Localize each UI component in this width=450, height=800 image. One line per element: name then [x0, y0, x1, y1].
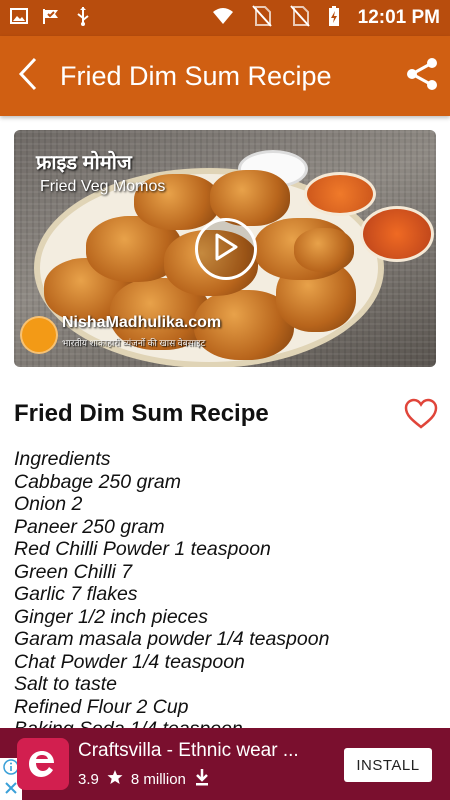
share-button[interactable]: [394, 36, 450, 116]
video-brand: NishaMadhulika.com: [62, 314, 222, 331]
video-brand-tagline: भारतीय शाकाहारी व्यंजनों की खास वेबसाइट: [62, 338, 206, 348]
recipe-title: Fried Dim Sum Recipe: [14, 400, 269, 427]
close-icon: [4, 781, 18, 800]
list-item: Salt to taste: [14, 673, 117, 695]
list-item: Green Chilli 7: [14, 560, 133, 583]
app-bar: Fried Dim Sum Recipe: [0, 36, 450, 116]
video-sauce-bowl-image: [360, 206, 434, 262]
check-flag-icon: [42, 7, 62, 30]
list-item: Red Chilli Powder 1 teaspoon: [14, 538, 271, 560]
app-title: Fried Dim Sum Recipe: [60, 60, 332, 91]
play-button[interactable]: [195, 218, 257, 280]
ad-rating: 3.9: [78, 770, 99, 788]
wifi-icon: [212, 7, 234, 30]
ad-downloads: 8 million: [130, 770, 186, 788]
list-item: Cabbage 250 gram: [14, 470, 181, 493]
list-item: Ingredients: [14, 448, 111, 470]
list-item: Garam masala powder 1/4 teaspoon: [14, 628, 330, 650]
status-time: 12:01 PM: [357, 7, 440, 28]
share-icon: [405, 57, 439, 96]
ad-title: Craftsvilla - Ethnic wear ...: [78, 740, 299, 761]
no-sim-icon: [251, 4, 272, 32]
craftsvilla-logo-icon: [29, 751, 54, 777]
video-hindi-title: फ्राइड मोमोज: [36, 152, 132, 174]
list-item: Paneer 250 gram: [14, 515, 165, 538]
video-subtitle: Fried Veg Momos: [40, 178, 166, 195]
favorite-button[interactable]: [404, 398, 438, 430]
ingredients-list[interactable]: Ingredients Cabbage 250 gram Onion 2 Pan…: [14, 448, 434, 730]
download-icon: [194, 768, 210, 790]
list-item: Ginger 1/2 inch pieces: [14, 605, 209, 628]
install-button[interactable]: INSTALL: [344, 748, 432, 782]
list-item: Onion 2: [14, 493, 83, 515]
image-icon: [10, 7, 28, 30]
recipe-video-thumbnail[interactable]: फ्राइड मोमोज Fried Veg Momos NishaMadhul…: [14, 130, 436, 367]
usb-icon: [76, 6, 90, 31]
list-item: Garlic 7 flakes: [14, 583, 138, 605]
ad-app-logo: [17, 738, 69, 790]
ad-banner[interactable]: Craftsvilla - Ethnic wear ... 3.9 8 mill…: [0, 728, 450, 800]
back-button[interactable]: [0, 36, 56, 116]
status-bar: 12:01 PM: [0, 0, 450, 36]
channel-logo: [20, 316, 58, 354]
heart-outline-icon: [404, 398, 438, 434]
battery-charging-icon: [328, 5, 340, 32]
video-sauce-bowl-image: [304, 172, 376, 216]
back-arrow-icon: [17, 57, 39, 96]
play-icon: [213, 232, 239, 267]
ad-meta: 3.9 8 million: [78, 768, 210, 790]
star-icon: [107, 769, 123, 789]
video-momo-image: [294, 228, 354, 272]
list-item: Refined Flour 2 Cup: [14, 695, 189, 718]
list-item: Chat Powder 1/4 teaspoon: [14, 650, 245, 673]
no-sim-icon: [289, 4, 310, 32]
